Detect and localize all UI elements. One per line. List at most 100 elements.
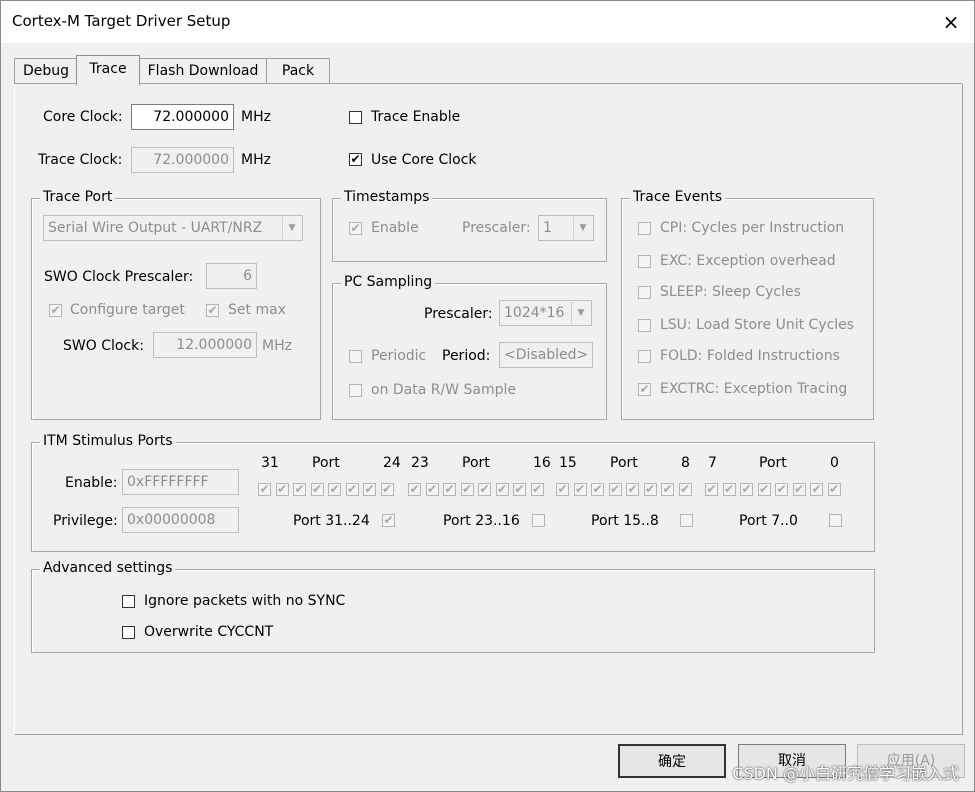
itm-port-bit-checkbox[interactable]: ✔ (495, 483, 509, 496)
itm-port-lo-label: 24 (383, 455, 401, 471)
itm-port-bit-checkbox[interactable]: ✔ (661, 483, 674, 496)
itm-port-bit-checkbox[interactable]: ✔ (810, 483, 823, 496)
itm-port-bit-checkbox[interactable]: ✔ (792, 483, 806, 496)
swo-prescaler-input[interactable]: 6 (206, 263, 257, 289)
itm-port-bit-checkbox[interactable]: ✔ (573, 483, 587, 496)
itm-port-bit-checkbox[interactable]: ✔ (328, 483, 341, 496)
itm-port-bit-checkbox[interactable]: ✔ (643, 483, 657, 496)
itm-privilege-port-label: Port 23..16 (443, 513, 520, 529)
itm-port-bit-checkbox[interactable]: ✔ (345, 483, 359, 496)
use-core-clock-checkbox[interactable]: ✔ (349, 153, 362, 166)
trace-port-select[interactable]: Serial Wire Output - UART/NRZ ▼ (43, 215, 303, 241)
timestamps-title: Timestamps (341, 189, 433, 205)
chevron-down-icon: ▼ (573, 217, 592, 239)
chevron-down-icon: ▼ (571, 302, 590, 324)
itm-port-bit-checkbox[interactable]: ✔ (740, 483, 753, 496)
trace-clock-unit: MHz (241, 152, 271, 168)
itm-privilege-port-checkbox[interactable]: ✔ (382, 514, 395, 527)
itm-port-hi-label: 31 (261, 455, 279, 471)
pc-sampling-title: PC Sampling (341, 274, 436, 290)
swo-clock-input[interactable]: 12.000000 (153, 332, 257, 358)
itm-port-bit-checkbox[interactable]: ✔ (513, 483, 526, 496)
itm-privilege-port-label: Port 7..0 (739, 513, 798, 529)
itm-privilege-port-checkbox[interactable] (680, 514, 693, 527)
itm-port-bit-checkbox[interactable]: ✔ (530, 483, 544, 496)
overwrite-cyccnt-label: Overwrite CYCCNT (144, 624, 274, 640)
itm-enable-label: Enable: (65, 475, 118, 491)
close-icon[interactable]: × (935, 7, 967, 37)
itm-port-bit-checkbox[interactable]: ✔ (757, 483, 771, 496)
itm-port-bit-checkbox[interactable]: ✔ (591, 483, 604, 496)
chevron-down-icon: ▼ (282, 217, 301, 239)
swo-prescaler-label: SWO Clock Prescaler: (44, 269, 194, 285)
itm-port-bit-checkbox[interactable]: ✔ (460, 483, 474, 496)
core-clock-input[interactable]: 72.000000 (131, 104, 234, 130)
itm-port-bit-checkbox[interactable]: ✔ (380, 483, 394, 496)
itm-port-bit-checkbox[interactable]: ✔ (443, 483, 456, 496)
itm-port-bit-checkbox[interactable]: ✔ (275, 483, 289, 496)
itm-privilege-port-checkbox[interactable] (829, 514, 842, 527)
itm-port-bit-checkbox[interactable]: ✔ (310, 483, 324, 496)
advanced-settings-group: Advanced settings (31, 560, 875, 653)
overwrite-cyccnt-checkbox[interactable] (122, 626, 135, 639)
swo-clock-label: SWO Clock: (63, 338, 144, 354)
tab-pack[interactable]: Pack (266, 58, 330, 84)
itm-port-bit-checkbox[interactable]: ✔ (258, 483, 271, 496)
trace-event-checkbox[interactable] (638, 319, 651, 332)
trace-event-label: LSU: Load Store Unit Cycles (660, 317, 855, 333)
timestamps-enable-checkbox[interactable]: ✔ (349, 222, 362, 235)
periodic-checkbox[interactable] (349, 350, 362, 363)
trace-event-checkbox[interactable] (638, 255, 651, 268)
on-data-rw-checkbox[interactable] (349, 384, 362, 397)
itm-enable-input[interactable]: 0xFFFFFFFF (122, 469, 239, 495)
itm-stimulus-title: ITM Stimulus Ports (40, 433, 176, 449)
timestamps-prescaler-select[interactable]: 1 ▼ (538, 215, 594, 241)
trace-clock-input[interactable]: 72.000000 (131, 147, 234, 173)
itm-port-bit-checkbox[interactable]: ✔ (775, 483, 788, 496)
itm-port-bit-checkbox[interactable]: ✔ (478, 483, 491, 496)
itm-port-bit-checkbox[interactable]: ✔ (556, 483, 569, 496)
ignore-sync-checkbox[interactable] (122, 595, 135, 608)
trace-event-label: CPI: Cycles per Instruction (660, 220, 845, 236)
itm-port-hi-label: 7 (708, 455, 717, 471)
trace-enable-label: Trace Enable (371, 109, 461, 125)
tab-flash-download[interactable]: Flash Download (139, 58, 267, 84)
tab-trace[interactable]: Trace (76, 55, 140, 85)
itm-port-bit-checkbox[interactable]: ✔ (293, 483, 306, 496)
trace-event-label: FOLD: Folded Instructions (660, 348, 840, 364)
itm-port-bit-checkbox[interactable]: ✔ (408, 483, 421, 496)
itm-port-word: Port (462, 455, 490, 471)
trace-event-checkbox[interactable] (638, 286, 651, 299)
itm-privilege-label: Privilege: (53, 513, 118, 529)
itm-privilege-port-label: Port 31..24 (293, 513, 370, 529)
pc-prescaler-select[interactable]: 1024*16 ▼ (499, 300, 592, 326)
itm-privilege-input[interactable]: 0x00000008 (122, 507, 239, 533)
itm-port-bit-checkbox[interactable]: ✔ (425, 483, 439, 496)
tab-debug[interactable]: Debug (14, 58, 78, 84)
swo-clock-unit: MHz (262, 338, 292, 354)
trace-event-checkbox[interactable] (638, 222, 651, 235)
configure-target-checkbox[interactable]: ✔ (49, 304, 62, 317)
on-data-rw-label: on Data R/W Sample (371, 382, 516, 398)
itm-port-hi-label: 23 (411, 455, 429, 471)
itm-port-bit-checkbox[interactable]: ✔ (827, 483, 841, 496)
itm-port-bit-checkbox[interactable]: ✔ (678, 483, 692, 496)
itm-port-bit-checkbox[interactable]: ✔ (626, 483, 639, 496)
period-input[interactable]: <Disabled> (499, 342, 593, 368)
dialog-window: Cortex-M Target Driver Setup × Debug Tra… (0, 0, 975, 792)
watermark: CSDN @小白研究僧学习嵌入式 (732, 764, 959, 783)
itm-port-bit-checkbox[interactable]: ✔ (608, 483, 622, 496)
pc-prescaler-label: Prescaler: (424, 306, 493, 322)
trace-event-checkbox[interactable] (638, 350, 651, 363)
trace-enable-checkbox[interactable] (349, 111, 362, 124)
itm-port-bit-checkbox[interactable]: ✔ (722, 483, 736, 496)
configure-target-label: Configure target (70, 302, 185, 318)
ignore-sync-label: Ignore packets with no SYNC (144, 593, 346, 609)
trace-clock-label: Trace Clock: (38, 152, 123, 168)
set-max-checkbox[interactable]: ✔ (206, 304, 219, 317)
itm-port-bit-checkbox[interactable]: ✔ (705, 483, 718, 496)
trace-event-checkbox[interactable]: ✔ (638, 383, 651, 396)
itm-privilege-port-checkbox[interactable] (532, 514, 545, 527)
ok-button[interactable]: 确定 (618, 744, 726, 778)
itm-port-bit-checkbox[interactable]: ✔ (363, 483, 376, 496)
